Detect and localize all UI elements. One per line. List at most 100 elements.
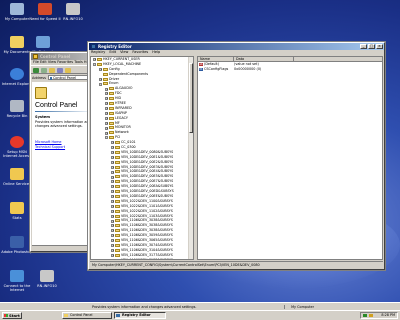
tree-item[interactable]: + VEN_1106&DEV_3188&SUBSYS bbox=[91, 258, 193, 259]
network-icon bbox=[36, 36, 50, 48]
expand-icon[interactable]: + bbox=[111, 160, 114, 164]
collapse-icon[interactable]: - bbox=[93, 63, 96, 67]
expand-icon[interactable]: + bbox=[111, 156, 114, 159]
expand-icon[interactable]: + bbox=[105, 126, 108, 130]
expand-icon[interactable]: + bbox=[111, 229, 114, 233]
expand-icon[interactable]: + bbox=[111, 248, 114, 252]
expand-icon[interactable]: + bbox=[111, 204, 114, 208]
technical-support-link[interactable]: Technical Support bbox=[35, 145, 65, 149]
expand-icon[interactable]: + bbox=[111, 170, 114, 174]
taskbar-item-control-panel[interactable]: Control Panel bbox=[62, 312, 112, 319]
desktop-icon-stats[interactable]: Stats bbox=[0, 202, 34, 220]
expand-icon[interactable]: + bbox=[93, 58, 96, 62]
folder-icon bbox=[115, 214, 120, 218]
column-data[interactable]: Data bbox=[234, 57, 294, 61]
expand-icon[interactable]: + bbox=[111, 175, 114, 179]
scrollbar-thumb[interactable] bbox=[189, 63, 193, 133]
desktop-icon-recycle-bin[interactable]: Recycle Bin bbox=[0, 100, 34, 118]
document-icon bbox=[66, 3, 80, 15]
expand-icon[interactable]: + bbox=[111, 253, 114, 257]
forward-icon[interactable] bbox=[41, 68, 47, 73]
expand-icon[interactable]: + bbox=[105, 102, 108, 106]
desktop-icon-rn-info[interactable]: RN-INFO10 bbox=[56, 3, 90, 21]
value-row[interactable]: 01 CSConfigFlags 0x00000000 (0) bbox=[198, 67, 382, 72]
network-tray-icon[interactable] bbox=[363, 314, 367, 317]
close-button[interactable]: × bbox=[376, 44, 383, 49]
start-label: Start bbox=[9, 313, 20, 318]
menu-help[interactable]: Help bbox=[152, 50, 160, 55]
folder-icon bbox=[109, 102, 114, 106]
tree-scrollbar[interactable] bbox=[188, 57, 193, 259]
menu-favorites[interactable]: Favorites bbox=[132, 50, 148, 55]
address-label: Address bbox=[32, 75, 46, 80]
folder-icon bbox=[115, 229, 120, 233]
expand-icon[interactable]: + bbox=[111, 214, 114, 218]
desktop-icon-msn-setup[interactable]: Setup MSN Internet Access bbox=[0, 136, 34, 158]
microsoft-home-link[interactable]: Microsoft Home bbox=[35, 140, 62, 144]
registry-editor-titlebar[interactable]: Registry Editor _ □ × bbox=[89, 43, 384, 50]
folder-icon bbox=[109, 111, 114, 115]
expand-icon[interactable]: + bbox=[105, 121, 108, 125]
desktop-icon-internet-explorer[interactable]: Internet Explorer bbox=[0, 68, 34, 86]
expand-icon[interactable]: + bbox=[99, 77, 102, 81]
expand-icon[interactable]: + bbox=[111, 180, 114, 184]
volume-tray-icon[interactable] bbox=[369, 314, 373, 317]
expand-icon[interactable]: + bbox=[111, 200, 114, 204]
expand-icon[interactable]: + bbox=[111, 146, 114, 150]
expand-icon[interactable]: + bbox=[111, 151, 114, 155]
up-folder-icon[interactable] bbox=[49, 68, 55, 73]
expand-icon[interactable]: + bbox=[111, 209, 114, 213]
expand-icon[interactable]: + bbox=[105, 107, 108, 111]
registry-icon bbox=[116, 314, 120, 317]
expand-icon[interactable]: + bbox=[111, 258, 114, 259]
folder-icon bbox=[115, 258, 120, 259]
expand-icon[interactable]: + bbox=[111, 195, 114, 199]
folder-icon bbox=[115, 209, 120, 213]
expand-icon[interactable]: + bbox=[105, 92, 108, 96]
expand-icon[interactable]: + bbox=[111, 165, 114, 169]
expand-icon[interactable]: + bbox=[111, 185, 114, 189]
expand-icon[interactable]: + bbox=[111, 234, 114, 238]
expand-icon[interactable]: + bbox=[105, 97, 108, 101]
expand-icon[interactable]: + bbox=[111, 244, 114, 248]
registry-values-list[interactable]: Name Data ab (Default) (value not set) 01… bbox=[197, 56, 383, 260]
folder-icon bbox=[115, 180, 120, 184]
desktop-icon-rn-info-2[interactable]: RN-INFO10 bbox=[30, 270, 64, 288]
expand-icon[interactable]: + bbox=[111, 190, 114, 194]
column-name[interactable]: Name bbox=[198, 57, 234, 61]
registry-menubar: Registry Edit View Favorites Help bbox=[89, 50, 384, 55]
collapse-icon[interactable]: - bbox=[105, 136, 108, 140]
menu-registry[interactable]: Registry bbox=[91, 50, 105, 55]
folder-icon bbox=[115, 234, 120, 238]
expand-icon[interactable]: + bbox=[111, 224, 114, 228]
expand-icon[interactable]: + bbox=[111, 219, 114, 223]
menu-edit[interactable]: Edit bbox=[109, 50, 116, 55]
folder-icon bbox=[109, 106, 114, 110]
registry-key-tree[interactable]: + HKEY_CURRENT_USER - HKEY_LOCAL_MACHINE + Co… bbox=[90, 56, 194, 260]
expand-icon[interactable]: + bbox=[105, 116, 108, 120]
back-icon[interactable] bbox=[33, 68, 39, 73]
collapse-icon[interactable]: - bbox=[99, 82, 102, 86]
registry-editor-window[interactable]: Registry Editor _ □ × Registry Edit View… bbox=[88, 42, 385, 270]
desktop-icon-online-services[interactable]: Online Services bbox=[0, 168, 34, 186]
desktop-icon-label: Online Services bbox=[3, 182, 31, 186]
control-panel-icon bbox=[33, 54, 38, 59]
expand-icon[interactable]: + bbox=[111, 239, 114, 243]
desktop-icon-connect-internet[interactable]: Connect to the Internet bbox=[0, 270, 34, 292]
minimize-button[interactable]: _ bbox=[360, 44, 367, 49]
search-icon[interactable] bbox=[57, 68, 63, 73]
expand-icon[interactable]: + bbox=[111, 141, 114, 145]
start-button[interactable]: Start bbox=[2, 312, 22, 319]
menu-view[interactable]: View bbox=[120, 50, 128, 55]
desktop-icon-adobe-photoshop[interactable]: Adobe Photoshop bbox=[0, 236, 34, 254]
folder-icon bbox=[115, 160, 120, 164]
maximize-button[interactable]: □ bbox=[368, 44, 375, 49]
expand-icon[interactable]: + bbox=[99, 67, 102, 71]
expand-icon[interactable]: + bbox=[105, 111, 108, 115]
taskbar-item-registry-editor[interactable]: Registry Editor bbox=[114, 312, 166, 319]
expand-icon[interactable]: + bbox=[105, 87, 108, 91]
title-divider bbox=[35, 111, 95, 112]
clock[interactable]: 8:28 PM bbox=[381, 313, 395, 317]
folders-icon[interactable] bbox=[65, 68, 71, 73]
expand-icon[interactable]: + bbox=[105, 131, 108, 135]
